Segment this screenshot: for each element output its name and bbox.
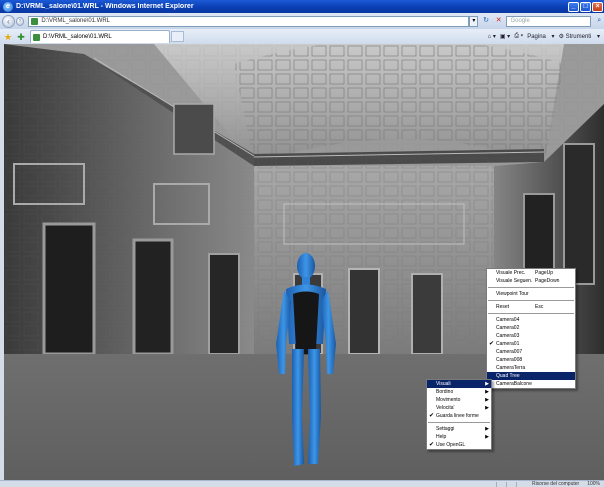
menu-item-camera007[interactable]: Camera007 (487, 348, 575, 356)
print-icon[interactable]: ⎙ ▾ (514, 33, 523, 40)
title-bar[interactable]: e D:\VRML_salone\01.WRL - Windows Intern… (0, 0, 604, 13)
submenu-arrow-icon: ▶ (485, 389, 489, 395)
home-icon[interactable]: ⌂ ▾ (488, 33, 496, 40)
menu-item-camera01[interactable]: ✔ Camera01 (487, 340, 575, 348)
new-tab-button[interactable] (171, 31, 184, 42)
tab-page-icon (33, 33, 40, 41)
viewpoints-submenu: Visuale Prec. PageUp Visuale Seguen. PageD… (486, 268, 576, 389)
menu-item-reset[interactable]: Reset Esc (487, 303, 575, 311)
address-url: D:\VRML_salone\01.WRL (41, 18, 111, 24)
viewer-context-menu: Visuali ▶ Bordino ▶ Movimento ▶ Velocita' ▶ … (426, 379, 492, 450)
upper-window (173, 103, 215, 155)
add-favorites-icon[interactable]: ✚ (16, 32, 26, 42)
page-icon (31, 17, 39, 25)
address-dropdown-button[interactable]: ▾ (469, 15, 479, 27)
zoom-level[interactable]: 100% (587, 481, 600, 487)
menu-separator (488, 313, 574, 314)
menu-item-velocita[interactable]: Velocita' ▶ (427, 404, 491, 412)
menu-item-camera04[interactable]: Camera04 (487, 316, 575, 324)
stop-icon[interactable]: ✕ (494, 16, 504, 26)
menu-item-cameraterra[interactable]: CameraTerra (487, 364, 575, 372)
menu-item-bordino[interactable]: Bordino ▶ (427, 388, 491, 396)
menu-item-settaggi[interactable]: Settaggi ▶ (427, 425, 491, 433)
menu-item-quad-tree[interactable]: Quad Tree (487, 372, 575, 380)
ie-logo-icon: e (3, 1, 13, 12)
tab-bar: ★ ✚ D:\VRML_salone\01.WRL ⌂ ▾ ▣ ▾ ⎙ ▾ Pa… (0, 29, 604, 44)
tools-menu-button[interactable]: ⚙ Strumenti ▾ (559, 33, 600, 40)
checkmark-icon: ✔ (429, 413, 435, 419)
security-zone[interactable]: Risorse del computer (532, 481, 579, 487)
menu-item-camerabalcone[interactable]: CameraBalcone (487, 380, 575, 388)
submenu-arrow-icon: ▶ (485, 397, 489, 403)
search-icon[interactable]: ⌕ (594, 16, 604, 26)
maximize-button[interactable]: □ (580, 1, 591, 12)
left-door (42, 222, 96, 356)
menu-item-camera03[interactable]: Camera03 (487, 332, 575, 340)
submenu-arrow-icon: ▶ (485, 434, 489, 440)
feeds-icon[interactable]: ▣ ▾ (500, 33, 510, 40)
tab-title: D:\VRML_salone\01.WRL (43, 34, 112, 40)
menu-item-use-opengl[interactable]: ✔ Use OpenGL (427, 441, 491, 449)
close-button[interactable]: × (592, 1, 603, 12)
window-title: D:\VRML_salone\01.WRL - Windows Internet… (16, 3, 194, 10)
menu-separator (488, 287, 574, 288)
submenu-arrow-icon: ▶ (485, 381, 489, 387)
menu-item-camera008[interactable]: Camera008 (487, 356, 575, 364)
menu-item-visuale-seguen[interactable]: Visuale Seguen. PageDown (487, 277, 575, 285)
browser-window: e D:\VRML_salone\01.WRL - Windows Intern… (0, 0, 604, 487)
forward-button[interactable]: › (15, 16, 25, 26)
status-bar: Risorse del computer 100% (0, 480, 604, 487)
address-field[interactable]: D:\VRML_salone\01.WRL (28, 15, 470, 27)
vrml-scene (4, 44, 604, 480)
back-button[interactable]: ‹ (2, 14, 15, 28)
menu-item-guarda-linee-forme[interactable]: ✔ Guarda linee forme (427, 412, 491, 420)
left-door-3 (208, 253, 240, 355)
menu-item-camera02[interactable]: Camera02 (487, 324, 575, 332)
tab-current[interactable]: D:\VRML_salone\01.WRL (30, 30, 170, 43)
menu-item-movimento[interactable]: Movimento ▶ (427, 396, 491, 404)
submenu-arrow-icon: ▶ (485, 426, 489, 432)
search-input[interactable]: Google (506, 15, 592, 27)
menu-item-viewpoint-tour[interactable]: Viewpoint Tour (487, 290, 575, 298)
menu-item-visuali[interactable]: Visuali ▶ (427, 380, 491, 388)
submenu-arrow-icon: ▶ (485, 405, 489, 411)
checkmark-icon: ✔ (429, 442, 435, 448)
menu-separator (488, 300, 574, 301)
checkmark-icon: ✔ (489, 341, 495, 347)
refresh-icon[interactable]: ↻ (481, 16, 491, 26)
favorites-star-icon[interactable]: ★ (3, 32, 13, 42)
left-door-2 (132, 238, 174, 356)
address-toolbar: ‹ › D:\VRML_salone\01.WRL ▾ ↻ ✕ Google ⌕ (0, 13, 604, 29)
menu-item-help[interactable]: Help ▶ (427, 433, 491, 441)
minimize-button[interactable]: _ (568, 1, 579, 12)
command-bar: ⌂ ▾ ▣ ▾ ⎙ ▾ Pagina ▾ ⚙ Strumenti ▾ (488, 33, 604, 40)
menu-separator (428, 422, 490, 423)
menu-item-visuale-prec[interactable]: Visuale Prec. PageUp (487, 269, 575, 277)
page-menu-button[interactable]: Pagina ▾ (527, 33, 554, 40)
vrml-viewport[interactable]: Visuale Prec. PageUp Visuale Seguen. PageD… (4, 44, 604, 480)
